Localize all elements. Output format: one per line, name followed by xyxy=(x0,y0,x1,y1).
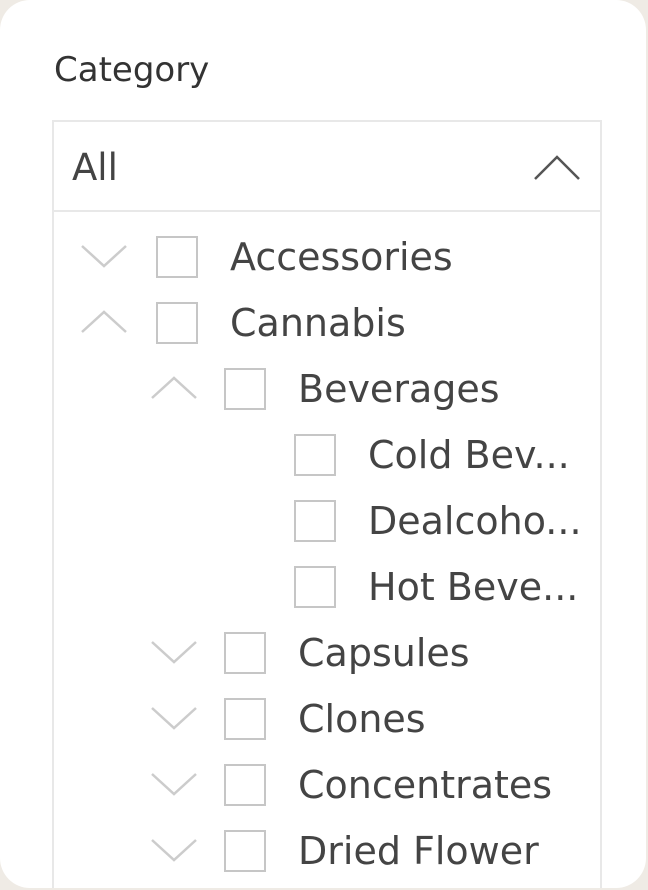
checkbox[interactable] xyxy=(294,566,336,608)
tree-item-clones[interactable]: Clones xyxy=(54,684,600,750)
chevron-up-icon[interactable] xyxy=(148,372,200,402)
checkbox[interactable] xyxy=(224,830,266,872)
chevron-down-icon[interactable] xyxy=(148,636,200,666)
tree-item-label: Beverages xyxy=(298,367,500,411)
tree-item-dried-flower[interactable]: Dried Flower xyxy=(54,816,600,882)
dropdown-selected-value: All xyxy=(72,146,118,189)
tree-item-label: Accessories xyxy=(230,235,453,279)
checkbox[interactable] xyxy=(156,236,198,278)
tree-item-cannabis[interactable]: Cannabis xyxy=(54,288,600,354)
tree-item-label: Cannabis xyxy=(230,301,406,345)
tree-item-label: Dried Flower xyxy=(298,829,539,873)
category-dropdown[interactable]: All xyxy=(52,120,602,212)
checkbox[interactable] xyxy=(294,500,336,542)
chevron-up-icon[interactable] xyxy=(78,306,130,336)
checkbox[interactable] xyxy=(224,632,266,674)
checkbox[interactable] xyxy=(294,434,336,476)
tree-item-capsules[interactable]: Capsules xyxy=(54,618,600,684)
tree-item-hot-beverages[interactable]: Hot Beve... xyxy=(54,552,600,618)
tree-item-concentrates[interactable]: Concentrates xyxy=(54,750,600,816)
chevron-down-icon[interactable] xyxy=(148,834,200,864)
checkbox[interactable] xyxy=(224,698,266,740)
tree-item-label: Clones xyxy=(298,697,426,741)
tree-item-label: Cold Bev... xyxy=(368,433,570,477)
chevron-up-icon[interactable] xyxy=(532,152,582,182)
chevron-down-icon[interactable] xyxy=(148,768,200,798)
checkbox[interactable] xyxy=(224,368,266,410)
tree-item-label: Dealcoho... xyxy=(368,499,582,543)
tree-item-accessories[interactable]: Accessories xyxy=(54,222,600,288)
slicer-title: Category xyxy=(54,50,210,90)
tree-item-cold-beverages[interactable]: Cold Bev... xyxy=(54,420,600,486)
tree-item-label: Hot Beve... xyxy=(368,565,579,609)
chevron-down-icon[interactable] xyxy=(78,240,130,270)
tree-item-label: Capsules xyxy=(298,631,470,675)
tree-item-dealcoholized[interactable]: Dealcoho... xyxy=(54,486,600,552)
tree-item-beverages[interactable]: Beverages xyxy=(54,354,600,420)
tree-item-label: Concentrates xyxy=(298,763,553,807)
category-tree-list[interactable]: Accessories Cannabis Beverages Cold Bev.… xyxy=(52,212,602,888)
chevron-down-icon[interactable] xyxy=(148,702,200,732)
checkbox[interactable] xyxy=(224,764,266,806)
category-slicer: Category All Accessories Cannabis Bevera… xyxy=(0,0,646,888)
checkbox[interactable] xyxy=(156,302,198,344)
